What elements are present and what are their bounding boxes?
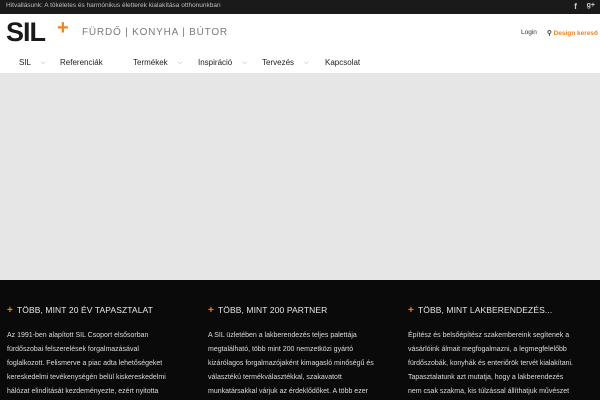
chevron-down-icon: ⌵ xyxy=(41,60,46,66)
hero-banner xyxy=(0,74,600,280)
tagline: Hitvallásunk: A tökéletes és harmónikus … xyxy=(6,2,221,9)
magnifier-icon: ⚲ xyxy=(547,30,552,37)
top-bar: Hitvallásunk: A tökéletes és harmónikus … xyxy=(0,0,600,14)
logo-wordmark: SIL xyxy=(6,17,46,47)
design-search-link[interactable]: ⚲ Design kereső xyxy=(547,29,598,37)
nav-item-tervezes[interactable]: Tervezés ⌵ xyxy=(262,58,309,68)
facebook-icon[interactable]: f xyxy=(574,1,577,11)
features-section: + TÖBB, MINT 20 ÉV TAPASZTALAT Az 1991-be… xyxy=(0,280,600,400)
feature-text: A SIL üzletében a lakberendezés teljes p… xyxy=(208,332,374,395)
slogan: FÜRDŐ | KONYHA | BÚTOR xyxy=(82,27,228,38)
design-search-label: Design kereső xyxy=(553,30,599,37)
main-nav: SIL ⌵ Referenciák Termékek ⌵ Inspiráció ⌵ T… xyxy=(0,52,600,74)
nav-item-termekek[interactable]: Termékek ⌵ xyxy=(133,58,182,68)
google-plus-icon[interactable]: g+ xyxy=(587,2,595,9)
login-link[interactable]: Login xyxy=(521,29,537,36)
plus-icon: + xyxy=(408,305,414,316)
feature-title: + TÖBB, MINT LAKBERENDEZÉS... xyxy=(408,305,553,316)
header: SIL + FÜRDŐ | KONYHA | BÚTOR Login ⚲ Des… xyxy=(0,14,600,52)
logo-plus-icon: + xyxy=(57,17,69,39)
nav-item-sil[interactable]: SIL ⌵ xyxy=(19,58,46,68)
chevron-down-icon: ⌵ xyxy=(304,60,309,66)
nav-item-inspiracio[interactable]: Inspiráció ⌵ xyxy=(198,58,247,68)
chevron-down-icon: ⌵ xyxy=(242,60,247,66)
plus-icon: + xyxy=(208,305,214,316)
chevron-down-icon: ⌵ xyxy=(177,60,183,66)
feature-text: Építész és belsőépítész szakembereink se… xyxy=(408,332,573,395)
nav-item-kapcsolat[interactable]: Kapcsolat xyxy=(325,58,360,67)
feature-text: Az 1991-ben alapított SIL Csoport elsőso… xyxy=(7,332,166,395)
plus-icon: + xyxy=(7,305,13,316)
feature-title: + TÖBB, MINT 20 ÉV TAPASZTALAT xyxy=(7,305,153,316)
logo[interactable]: SIL + xyxy=(6,17,72,47)
feature-title: + TÖBB, MINT 200 PARTNER xyxy=(208,305,328,316)
nav-item-referenciak[interactable]: Referenciák xyxy=(60,58,103,67)
